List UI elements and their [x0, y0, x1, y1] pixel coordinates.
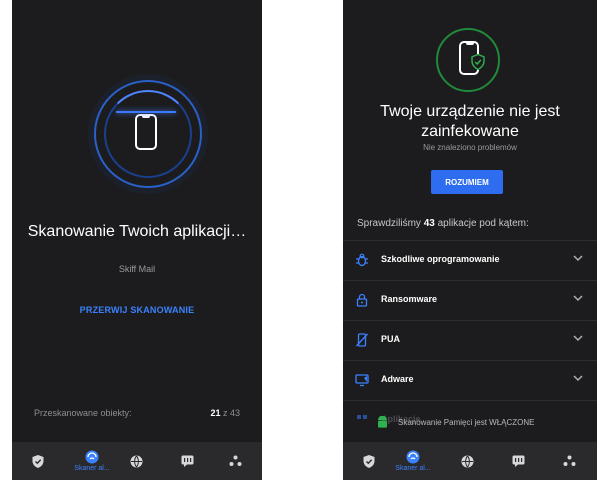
lock-icon — [356, 293, 368, 307]
bottom-nav: Skaner al... — [343, 442, 597, 480]
shield-icon — [363, 454, 375, 468]
chevron-down-icon — [573, 255, 583, 262]
scan-line — [116, 111, 176, 113]
progress-total: z 43 — [222, 408, 240, 418]
ad-screen-icon — [355, 374, 369, 387]
web-protection-icon — [130, 455, 142, 467]
nav-item-messages[interactable] — [498, 442, 538, 480]
category-label: Ransomware — [381, 294, 438, 304]
current-app-name: Skiff Mail — [118, 264, 156, 274]
result-subtitle: Nie znaleziono problemów — [423, 143, 517, 152]
progress-done: 21 — [210, 408, 221, 418]
category-label: Szkodliwe oprogramowanie — [381, 254, 500, 264]
messages-icon — [181, 455, 193, 467]
smartphone-icon — [135, 114, 157, 150]
category-malware[interactable]: Szkodliwe oprogramowanie — [343, 240, 597, 280]
category-adware[interactable]: Adware — [343, 360, 597, 400]
nav-item-web[interactable] — [447, 442, 487, 480]
nav-item-messages[interactable] — [167, 442, 207, 480]
checked-suffix: aplikacje pod kątem: — [437, 218, 529, 229]
nav-label-scanner: Skaner al... — [74, 465, 110, 472]
nav-item-protection[interactable] — [349, 442, 389, 480]
nav-item-scanner[interactable]: Skaner al... — [388, 442, 438, 480]
scan-result-screen: Twoje urządzenie nie jest zainfekowane N… — [343, 0, 597, 480]
memory-scan-toast: Skanowanie Pamięci jest WŁĄCZONE — [369, 409, 573, 435]
shield-icon — [32, 454, 44, 468]
progress-count: 21 z 43 — [210, 408, 240, 418]
chevron-down-icon — [573, 295, 583, 302]
category-label: Adware — [381, 374, 414, 384]
result-title: Twoje urządzenie nie jest zainfekowane — [380, 103, 560, 140]
progress-label: Przeskanowane obiekty: — [34, 408, 132, 418]
crossed-phone-icon — [356, 333, 368, 347]
scan-progress: Przeskanowane obiekty: 21 z 43 — [34, 408, 240, 418]
bottom-nav: Skaner al... — [12, 442, 262, 480]
toast-text: Skanowanie Pamięci jest WŁĄCZONE — [398, 417, 535, 427]
android-icon — [378, 416, 387, 428]
bug-icon — [356, 253, 368, 267]
category-ransomware[interactable]: Ransomware — [343, 280, 597, 320]
scan-icon — [406, 450, 420, 464]
shield-check-icon — [471, 54, 485, 70]
more-icon — [563, 455, 575, 466]
checked-summary: Sprawdziliśmy 43 aplikacje pod kątem: — [357, 218, 529, 229]
category-pua[interactable]: PUA — [343, 320, 597, 360]
checked-prefix: Sprawdziliśmy — [357, 218, 421, 229]
nav-item-web[interactable] — [116, 442, 156, 480]
nav-item-protection[interactable] — [18, 442, 58, 480]
nav-item-more[interactable] — [215, 442, 255, 480]
understand-button[interactable]: ROZUMIEM — [431, 170, 503, 194]
checked-count: 43 — [423, 218, 435, 229]
scan-progress-screen: Skanowanie Twoich aplikacji… Skiff Mail … — [12, 0, 262, 480]
chevron-down-icon — [573, 335, 583, 342]
category-label: PUA — [381, 334, 401, 344]
scan-title: Skanowanie Twoich aplikacji… — [27, 223, 247, 240]
scan-icon — [85, 450, 99, 464]
apps-icon — [357, 415, 367, 419]
stop-scan-button[interactable]: PRZERWIJ SKANOWANIE — [12, 305, 262, 315]
nav-item-scanner[interactable]: Skaner al... — [67, 442, 117, 480]
more-icon — [229, 455, 241, 466]
web-protection-icon — [461, 455, 473, 467]
nav-label-scanner: Skaner al... — [395, 465, 431, 472]
messages-icon — [512, 455, 524, 467]
nav-item-more[interactable] — [549, 442, 589, 480]
chevron-down-icon — [573, 375, 583, 382]
